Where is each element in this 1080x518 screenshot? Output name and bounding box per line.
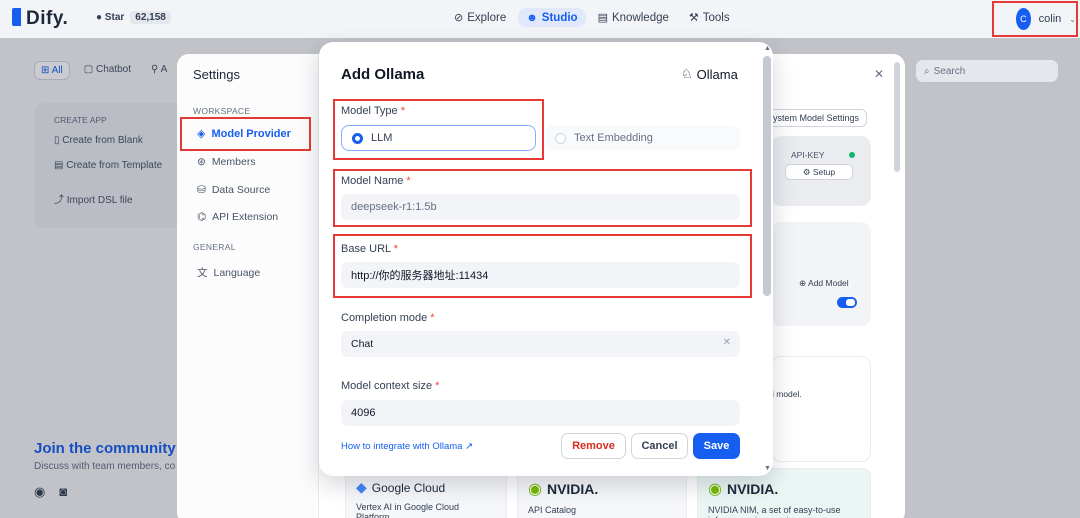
- system-model-settings-button[interactable]: ystem Model Settings: [765, 109, 868, 127]
- avatar: C: [1016, 8, 1031, 30]
- nav-explore[interactable]: ⊘ Explore: [446, 8, 514, 27]
- close-icon[interactable]: ✕: [874, 67, 884, 81]
- radio-unchecked-icon: [555, 132, 566, 144]
- model-name-label: Model Name *: [341, 175, 411, 187]
- gear-icon: ⚙: [802, 166, 811, 177]
- sidebar-item-data-source[interactable]: ⛁ Data Source: [197, 184, 270, 196]
- scroll-down-icon[interactable]: ▼: [764, 465, 771, 472]
- external-link-icon: ↗: [465, 441, 474, 452]
- modal-title: Add Ollama: [341, 66, 425, 83]
- settings-title: Settings: [193, 67, 240, 82]
- chevron-down-icon: ⌄: [1069, 14, 1076, 24]
- radio-checked-icon: [352, 132, 363, 144]
- provider-card: i model.: [771, 356, 871, 462]
- remove-button[interactable]: Remove: [561, 433, 626, 459]
- status-dot: [849, 152, 855, 158]
- search-input[interactable]: ⌕ Search: [916, 60, 1058, 82]
- scrollbar[interactable]: [894, 62, 900, 172]
- ollama-logo: ♘ Ollama: [681, 66, 738, 82]
- main-nav: ⊘ Explore ☻ Studio ▤ Knowledge ⚒ Tools: [446, 8, 738, 27]
- scroll-up-icon[interactable]: ▲: [764, 45, 771, 52]
- github-star-button[interactable]: ● Star 62,158: [96, 11, 171, 24]
- tools-icon: ⚒: [688, 12, 699, 24]
- user-name: colin: [1038, 13, 1062, 25]
- context-size-input[interactable]: 4096: [341, 400, 740, 426]
- api-key-label: API-KEY: [791, 150, 825, 160]
- completion-mode-select[interactable]: Chat ✕: [341, 331, 740, 357]
- model-description: i model.: [772, 389, 802, 399]
- sidebar-item-api-extension[interactable]: ⌬ API Extension: [197, 211, 278, 223]
- clear-icon[interactable]: ✕: [723, 337, 731, 348]
- sidebar-item-members[interactable]: ⊛ Members: [197, 156, 256, 168]
- compass-icon: ⊘: [454, 12, 464, 24]
- model-type-label: Model Type *: [341, 105, 406, 117]
- workspace-header: WORKSPACE: [193, 106, 251, 116]
- puzzle-icon: ⌬: [197, 211, 207, 223]
- llama-icon: ♘: [681, 66, 693, 81]
- scrollbar[interactable]: [763, 56, 771, 296]
- google-cloud-icon: ◆: [356, 479, 367, 495]
- model-type-text-embedding[interactable]: Text Embedding: [545, 125, 740, 151]
- plus-circle-icon: ⊕: [799, 278, 807, 288]
- base-url-label: Base URL *: [341, 243, 399, 255]
- model-name-input[interactable]: deepseek-r1:1.5b: [341, 194, 740, 220]
- completion-mode-label: Completion mode *: [341, 312, 435, 324]
- context-size-label: Model context size *: [341, 380, 440, 392]
- save-button[interactable]: Save: [693, 433, 740, 459]
- highlight-box: [180, 117, 311, 151]
- top-nav: Dify. ● Star 62,158 ⊘ Explore ☻ Studio ▤ Kno…: [0, 0, 1080, 38]
- cancel-button[interactable]: Cancel: [631, 433, 688, 459]
- provider-card: API-KEY ⚙ Setup: [771, 136, 871, 206]
- nav-tools[interactable]: ⚒ Tools: [681, 8, 738, 27]
- dify-logo[interactable]: Dify.: [12, 8, 68, 30]
- general-header: GENERAL: [193, 242, 236, 252]
- add-model-button[interactable]: ⊕ Add Model: [799, 278, 849, 289]
- add-ollama-modal: Add Ollama ♘ Ollama Model Type * LLM Text…: [319, 42, 773, 476]
- base-url-input[interactable]: http://你的服务器地址:11434: [341, 262, 740, 288]
- robot-icon: ☻: [526, 11, 538, 24]
- nav-studio[interactable]: ☻ Studio: [518, 8, 586, 27]
- provider-toggle[interactable]: [837, 297, 857, 308]
- setup-button[interactable]: ⚙ Setup: [785, 164, 853, 180]
- github-icon: ●: [96, 12, 103, 23]
- ollama-help-link[interactable]: How to integrate with Ollama ↗: [341, 441, 473, 452]
- nvidia-icon: ◉: [708, 481, 722, 498]
- dify-logo-icon: [12, 8, 21, 26]
- star-count: 62,158: [130, 11, 171, 24]
- nvidia-icon: ◉: [528, 481, 542, 498]
- translate-icon: 文: [197, 267, 208, 279]
- nav-knowledge[interactable]: ▤ Knowledge: [590, 8, 677, 27]
- provider-card: ⊕ Add Model: [771, 222, 871, 326]
- model-type-llm[interactable]: LLM: [341, 125, 536, 151]
- sidebar-item-language[interactable]: 文 Language: [197, 265, 260, 280]
- book-icon: ▤: [597, 12, 608, 24]
- database-icon: ⛁: [197, 184, 206, 196]
- search-icon: ⌕: [924, 65, 930, 77]
- user-menu[interactable]: C colin ⌄: [992, 1, 1078, 37]
- members-icon: ⊛: [197, 156, 206, 168]
